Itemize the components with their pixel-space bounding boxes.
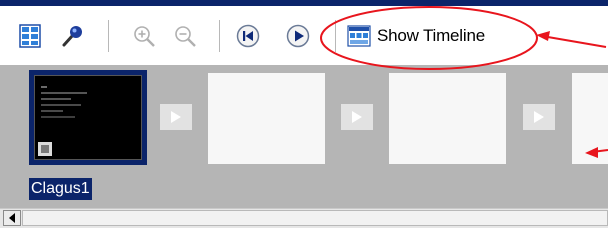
- annotation-arrow-top: [541, 35, 607, 48]
- annotation-arrowhead-right: [585, 147, 598, 158]
- annotation-overlay: [320, 6, 608, 158]
- annotation-ellipse: [320, 6, 538, 70]
- annotation-arrowhead-top: [536, 31, 550, 41]
